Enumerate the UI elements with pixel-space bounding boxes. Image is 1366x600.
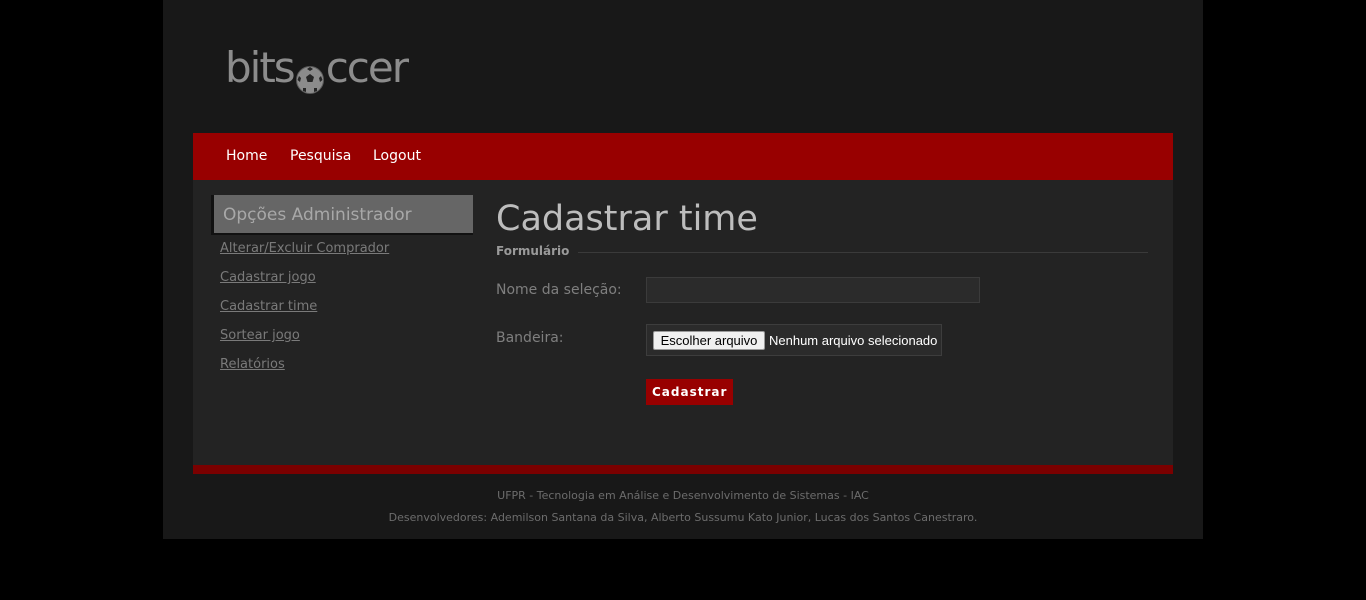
flag-label: Bandeira:: [496, 330, 564, 346]
sidebar-link-cadastrar-jogo[interactable]: Cadastrar jogo: [220, 270, 316, 285]
footer-institution: UFPR - Tecnologia em Análise e Desenvolv…: [497, 489, 869, 502]
name-label: Nome da seleção:: [496, 282, 622, 298]
page-title: Cadastrar time: [496, 199, 758, 239]
legend-divider: [578, 252, 1148, 253]
nav-home[interactable]: Home: [226, 133, 267, 180]
nav-logout[interactable]: Logout: [373, 133, 421, 180]
flag-file-input: Escolher arquivo Nenhum arquivo selecion…: [646, 324, 942, 356]
choose-file-button[interactable]: Escolher arquivo: [653, 331, 765, 350]
logo[interactable]: bits ccer: [225, 40, 409, 96]
page-wrapper: bits ccer Home Pesquisa Logout Opções Ad…: [163, 0, 1203, 539]
sidebar-link-cadastrar-time[interactable]: Cadastrar time: [220, 299, 317, 314]
submit-button[interactable]: Cadastrar: [646, 379, 733, 405]
main-nav: Home Pesquisa Logout: [193, 133, 1173, 180]
sidebar-link-sortear-jogo[interactable]: Sortear jogo: [220, 328, 300, 343]
footer-developers: Desenvolvedores: Ademilson Santana da Si…: [388, 511, 978, 524]
sidebar-link-alterar-comprador[interactable]: Alterar/Excluir Comprador: [220, 241, 389, 256]
team-name-input[interactable]: [646, 277, 980, 303]
file-status-text: Nenhum arquivo selecionado: [769, 333, 938, 348]
soccer-ball-icon: [295, 53, 325, 94]
nav-pesquisa[interactable]: Pesquisa: [290, 133, 351, 180]
sidebar-title: Opções Administrador: [211, 195, 473, 235]
sidebar-link-relatorios[interactable]: Relatórios: [220, 357, 285, 372]
form-legend: Formulário: [496, 244, 570, 258]
logo-text-start: bits: [225, 43, 296, 92]
logo-text-end: ccer: [325, 43, 409, 92]
footer-bar: [193, 465, 1173, 474]
content-panel: Opções Administrador Alterar/Excluir Com…: [193, 180, 1173, 465]
